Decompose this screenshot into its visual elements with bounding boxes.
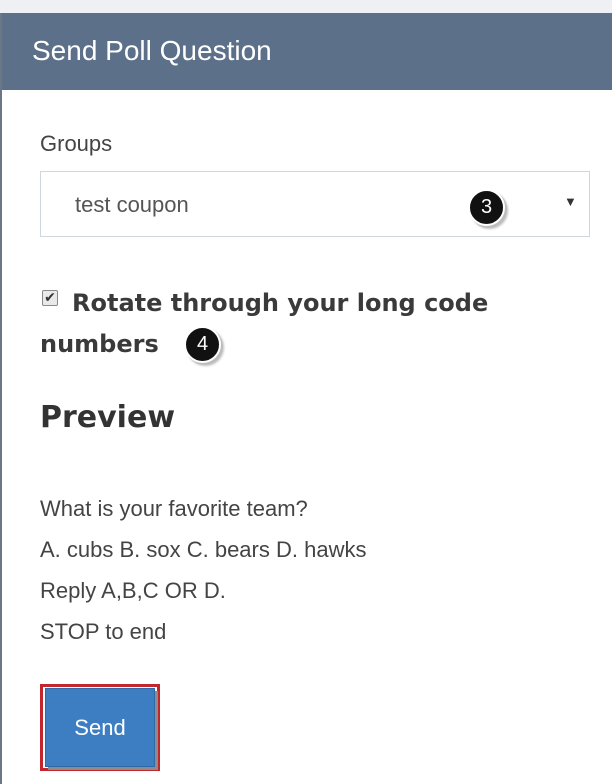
triangle-down-icon[interactable]: ▼ bbox=[564, 194, 577, 209]
panel-title: Send Poll Question bbox=[32, 35, 272, 66]
send-button[interactable]: Send bbox=[45, 688, 155, 767]
top-strip bbox=[0, 0, 612, 13]
preview-line: A. cubs B. sox C. bears D. hawks bbox=[40, 537, 367, 562]
preview-line: Reply A,B,C OR D. bbox=[40, 578, 226, 603]
preview-message: What is your favorite team? A. cubs B. s… bbox=[40, 488, 366, 652]
panel-header: Send Poll Question bbox=[2, 13, 612, 90]
groups-label: Groups bbox=[40, 131, 113, 156]
preview-line: What is your favorite team? bbox=[40, 496, 308, 521]
rotate-checkbox-label[interactable]: Rotate through your long code numbers bbox=[40, 283, 560, 365]
preview-line: STOP to end bbox=[40, 619, 167, 644]
step-4-badge: 4 bbox=[184, 326, 221, 363]
preview-heading: Preview bbox=[40, 400, 176, 435]
groups-select[interactable]: test coupon ▼ bbox=[40, 171, 590, 237]
send-poll-panel: Send Poll Question Groups test coupon ▼ … bbox=[0, 13, 612, 784]
groups-select-value: test coupon bbox=[75, 192, 189, 217]
step-3-badge: 3 bbox=[468, 189, 505, 226]
